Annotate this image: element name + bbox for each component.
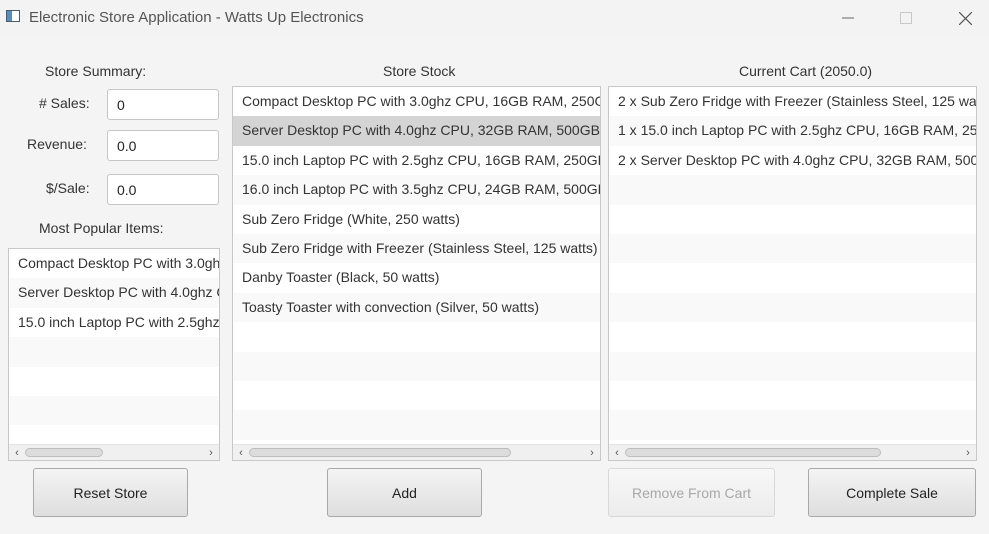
list-item-empty [609,263,976,292]
current-cart-heading: Current Cart (2050.0) [739,63,873,79]
close-icon [958,11,972,25]
scroll-left-icon[interactable]: ‹ [610,445,624,460]
list-item-empty [609,351,976,381]
horizontal-scrollbar[interactable]: ‹ › [609,444,976,460]
scroll-right-icon[interactable]: › [204,445,218,460]
list-item[interactable]: Compact Desktop PC with 3.0ghz CPU, 16GB… [233,87,600,116]
list-item-empty [9,337,219,367]
minimize-button[interactable] [828,4,868,32]
list-item-empty [609,292,976,323]
list-item-empty [233,322,600,351]
sales-field[interactable]: 0 [107,89,219,120]
popular-items-list[interactable]: Compact Desktop PC with 3.0ghz CPU, 16GB… [8,248,220,461]
per-sale-field[interactable]: 0.0 [107,174,219,205]
list-item-empty [9,367,219,396]
list-item-empty [609,322,976,351]
remove-from-cart-button[interactable]: Remove From Cart [608,468,775,517]
complete-sale-button[interactable]: Complete Sale [808,468,976,517]
list-item-empty [609,205,976,234]
list-item-selected[interactable]: Server Desktop PC with 4.0ghz CPU, 32GB … [233,116,600,146]
scroll-thumb[interactable] [249,448,511,457]
popular-items-heading: Most Popular Items: [39,220,164,236]
revenue-field[interactable]: 0.0 [107,130,219,161]
scroll-thumb[interactable] [625,448,881,457]
list-item[interactable]: 2 x Sub Zero Fridge with Freezer (Stainl… [609,87,976,116]
store-stock-list[interactable]: Compact Desktop PC with 3.0ghz CPU, 16GB… [232,86,601,461]
list-item[interactable]: 2 x Server Desktop PC with 4.0ghz CPU, 3… [609,146,976,175]
list-item[interactable]: 15.0 inch Laptop PC with 2.5ghz CPU, 16G… [233,146,600,175]
scroll-left-icon[interactable]: ‹ [10,445,24,460]
current-cart-list[interactable]: 2 x Sub Zero Fridge with Freezer (Stainl… [608,86,977,461]
store-stock-heading: Store Stock [383,63,456,79]
list-item[interactable]: Sub Zero Fridge with Freezer (Stainless … [233,233,600,264]
list-item[interactable]: 1 x 15.0 inch Laptop PC with 2.5ghz CPU,… [609,116,976,146]
scroll-right-icon[interactable]: › [585,445,599,460]
list-item[interactable]: Compact Desktop PC with 3.0ghz CPU, 16GB… [9,249,219,278]
list-item-empty [609,175,976,205]
add-button[interactable]: Add [327,468,482,517]
list-item-empty [609,381,976,410]
per-sale-label: $/Sale: [46,180,90,196]
app-window: Electronic Store Application - Watts Up … [0,0,989,534]
list-item[interactable]: Danby Toaster (Black, 50 watts) [233,263,600,292]
list-item[interactable]: Sub Zero Fridge (White, 250 watts) [233,205,600,234]
maximize-icon [900,12,912,24]
list-item[interactable]: Toasty Toaster with convection (Silver, … [233,292,600,323]
scroll-left-icon[interactable]: ‹ [234,445,248,460]
list-item-empty [233,351,600,381]
list-item-empty [233,381,600,410]
minimize-icon [842,17,854,19]
window-title: Electronic Store Application - Watts Up … [29,9,364,26]
list-item-empty [233,410,600,440]
list-item[interactable]: 15.0 inch Laptop PC with 2.5ghz CPU, 16G… [9,308,219,337]
list-item-empty [609,233,976,264]
scroll-right-icon[interactable]: › [961,445,975,460]
list-item[interactable]: Server Desktop PC with 4.0ghz CPU, 32GB … [9,278,219,308]
maximize-button[interactable] [886,4,926,32]
list-item[interactable]: 16.0 inch Laptop PC with 3.5ghz CPU, 24G… [233,175,600,205]
store-summary-heading: Store Summary: [45,63,147,79]
list-item-empty [609,410,976,440]
horizontal-scrollbar[interactable]: ‹ › [233,444,600,460]
list-item-empty [9,395,219,426]
app-icon [6,10,20,22]
reset-store-button[interactable]: Reset Store [33,468,188,517]
close-button[interactable] [945,4,985,32]
list-item-empty [9,425,219,444]
horizontal-scrollbar[interactable]: ‹ › [9,444,219,460]
revenue-label: Revenue: [27,136,87,152]
scroll-thumb[interactable] [25,448,103,457]
sales-label: # Sales: [39,95,90,111]
title-bar: Electronic Store Application - Watts Up … [0,0,989,36]
